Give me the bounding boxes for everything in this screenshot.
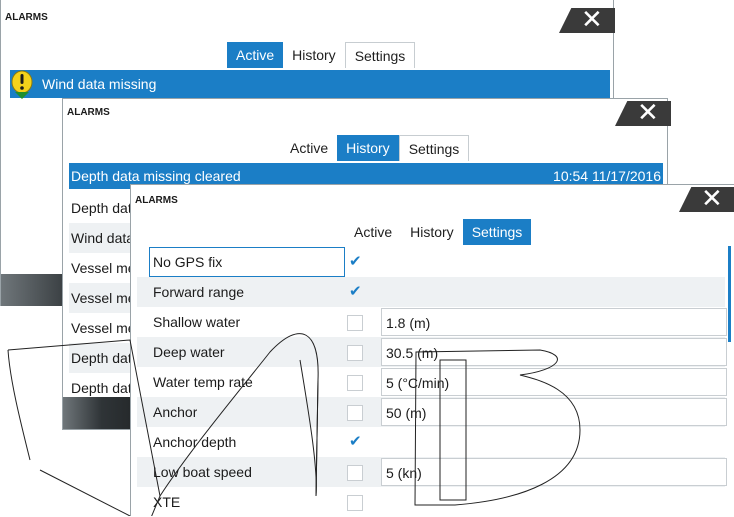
watermark-logo — [7, 333, 581, 516]
